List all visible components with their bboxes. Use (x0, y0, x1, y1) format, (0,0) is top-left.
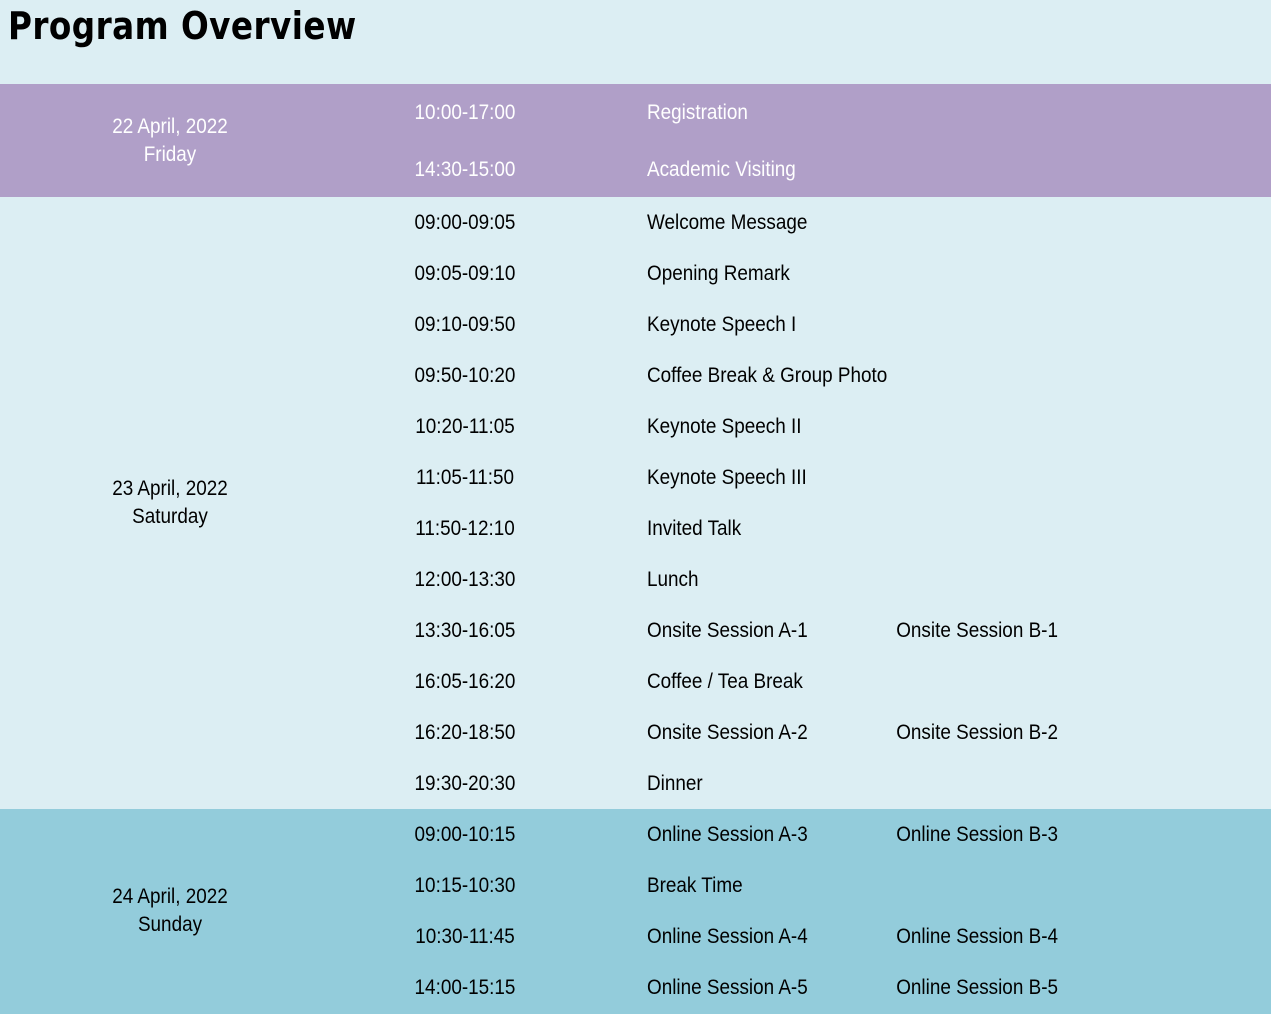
row-event: Academic Visiting (647, 158, 796, 181)
day-block-friday: 22 April, 2022 Friday 10:00-17:00 Regist… (0, 84, 1271, 197)
page-title: Program Overview (8, 4, 357, 48)
row-time: 11:05-11:50 (415, 466, 515, 489)
row-event: Lunch (647, 568, 699, 591)
schedule-row: 10:00-17:00 Registration (0, 87, 1271, 138)
row-time: 14:00-15:15 (414, 976, 516, 999)
row-time: 19:30-20:30 (414, 772, 516, 795)
row-time: 09:05-09:10 (414, 262, 516, 285)
schedule-row: 16:20-18:50 Onsite Session A-2 Onsite Se… (0, 707, 1271, 758)
row-time: 11:50-12:10 (415, 517, 515, 540)
row-time: 09:10-09:50 (414, 313, 516, 336)
schedule-row: 10:30-11:45 Online Session A-4 Online Se… (0, 911, 1271, 962)
row-event: Welcome Message (647, 211, 808, 234)
row-event: Online Session A-3 (647, 823, 808, 846)
row-time: 16:05-16:20 (414, 670, 516, 693)
row-event: Opening Remark (647, 262, 790, 285)
schedule-row: 19:30-20:30 Dinner (0, 758, 1271, 809)
row-time: 14:30-15:00 (414, 158, 516, 181)
schedule-row: 11:50-12:10 Invited Talk (0, 503, 1271, 554)
schedule-row: 11:05-11:50 Keynote Speech III (0, 452, 1271, 503)
schedule-row: 10:20-11:05 Keynote Speech II (0, 401, 1271, 452)
row-event: Online Session A-5 (647, 976, 808, 999)
row-event: Online Session A-4 (647, 925, 808, 948)
row-event-parallel: Online Session B-4 (896, 925, 1058, 948)
schedule-row: 13:30-16:05 Onsite Session A-1 Onsite Se… (0, 605, 1271, 656)
row-event: Keynote Speech II (647, 415, 802, 438)
schedule-row: 09:50-10:20 Coffee Break & Group Photo (0, 350, 1271, 401)
row-event: Keynote Speech I (647, 313, 797, 336)
row-time: 10:00-17:00 (414, 101, 516, 124)
row-event-parallel: Online Session B-5 (896, 976, 1058, 999)
row-time: 10:15-10:30 (414, 874, 516, 897)
day-block-sunday: 24 April, 2022 Sunday 09:00-10:15 Online… (0, 809, 1271, 1014)
program-overview-page: Program Overview 22 April, 2022 Friday 1… (0, 0, 1271, 1014)
row-event: Onsite Session A-1 (647, 619, 808, 642)
row-time: 16:20-18:50 (414, 721, 516, 744)
row-time: 09:50-10:20 (414, 364, 516, 387)
row-event: Coffee / Tea Break (647, 670, 803, 693)
schedule-row: 09:00-10:15 Online Session A-3 Online Se… (0, 809, 1271, 860)
row-event: Keynote Speech III (647, 466, 807, 489)
schedule-row: 14:30-15:00 Academic Visiting (0, 144, 1271, 195)
row-time: 09:00-10:15 (414, 823, 516, 846)
row-event: Break Time (647, 874, 743, 897)
row-event: Invited Talk (647, 517, 742, 540)
row-event-parallel: Onsite Session B-1 (896, 619, 1058, 642)
row-event: Coffee Break & Group Photo (647, 364, 888, 387)
schedule-row: 10:15-10:30 Break Time (0, 860, 1271, 911)
schedule-row: 09:10-09:50 Keynote Speech I (0, 299, 1271, 350)
schedule-row: 16:05-16:20 Coffee / Tea Break (0, 656, 1271, 707)
day-block-saturday: 23 April, 2022 Saturday 09:00-09:05 Welc… (0, 197, 1271, 809)
row-time: 13:30-16:05 (414, 619, 516, 642)
row-time: 10:30-11:45 (415, 925, 515, 948)
row-time: 12:00-13:30 (414, 568, 516, 591)
row-event: Onsite Session A-2 (647, 721, 808, 744)
row-event: Dinner (647, 772, 703, 795)
schedule-row: 09:00-09:05 Welcome Message (0, 197, 1271, 248)
row-event: Registration (647, 101, 748, 124)
schedule-row: 12:00-13:30 Lunch (0, 554, 1271, 605)
row-time: 10:20-11:05 (415, 415, 515, 438)
row-time: 09:00-09:05 (414, 211, 516, 234)
schedule-row: 14:00-15:15 Online Session A-5 Online Se… (0, 962, 1271, 1013)
schedule-row: 09:05-09:10 Opening Remark (0, 248, 1271, 299)
row-event-parallel: Onsite Session B-2 (896, 721, 1058, 744)
row-event-parallel: Online Session B-3 (896, 823, 1058, 846)
